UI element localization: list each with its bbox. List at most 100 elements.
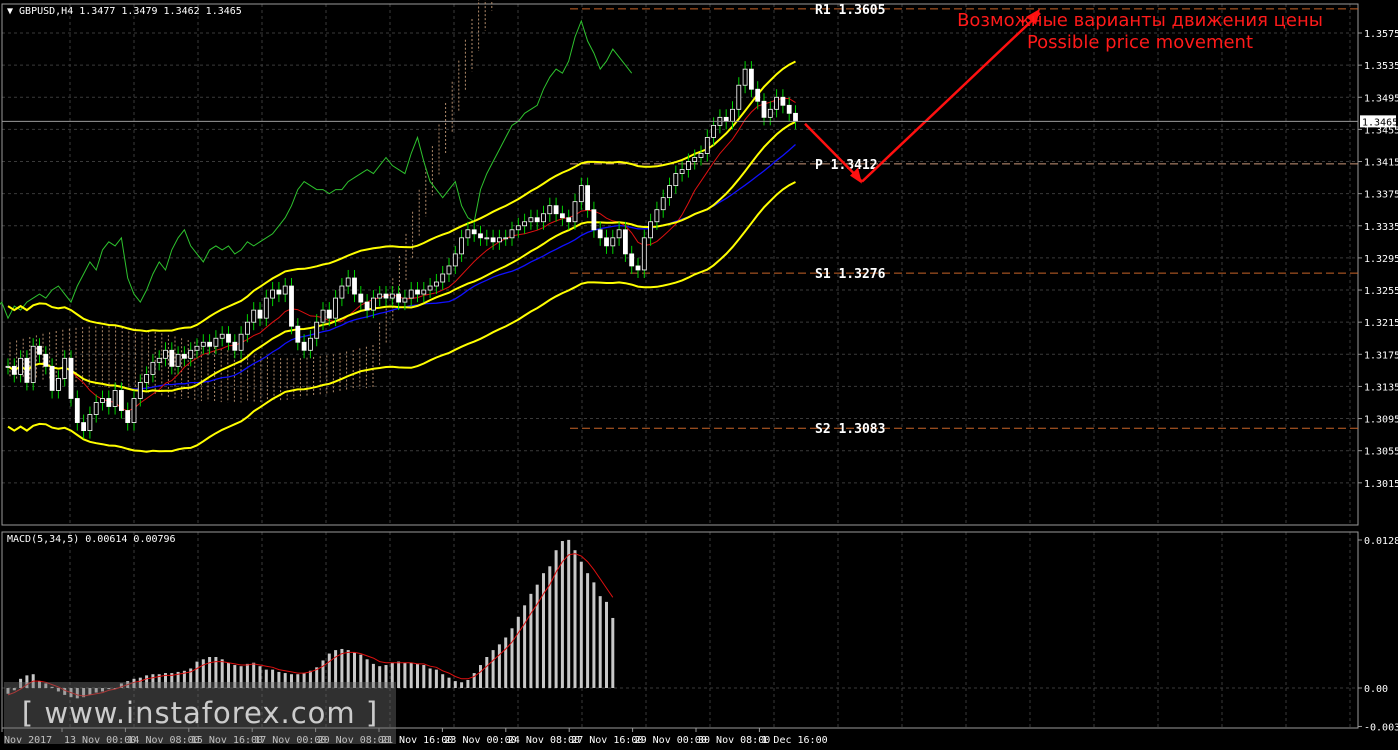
watermark-logo: [ www.instaforex.com ] xyxy=(4,682,396,744)
candle-body xyxy=(755,88,761,102)
candle-body xyxy=(244,321,250,335)
y-tick-label: 1.3055 xyxy=(1364,447,1398,458)
candle-body xyxy=(301,341,307,351)
candle-body xyxy=(503,237,509,240)
y-tick-label: 1.3375 xyxy=(1364,190,1398,201)
candle-body xyxy=(534,217,540,223)
candle-body xyxy=(156,357,162,363)
macd-bar xyxy=(573,550,577,688)
candle-body xyxy=(333,297,339,319)
candle-body xyxy=(207,341,213,347)
candle-body xyxy=(150,361,156,375)
candle-body xyxy=(774,96,779,110)
candle-body xyxy=(24,357,30,383)
macd-bar xyxy=(397,661,401,688)
candle-body xyxy=(736,84,742,110)
gbpusd-chart: R1 1.3605P 1.3412S1 1.3276S2 1.3083 1.35… xyxy=(0,0,1398,750)
current-price-label: 1.3465 xyxy=(1362,117,1398,128)
candle-body xyxy=(49,365,55,391)
candle-body xyxy=(749,68,754,90)
macd-bar xyxy=(516,616,520,688)
candle-body xyxy=(654,209,660,223)
annotation-en: Possible price movement xyxy=(1027,32,1253,53)
candle-body xyxy=(704,137,710,154)
macd-bar xyxy=(422,665,426,688)
candle-body xyxy=(389,293,395,299)
candle-body xyxy=(307,337,313,351)
candle-body xyxy=(326,309,332,319)
y-tick-label: 1.3295 xyxy=(1364,254,1398,265)
macd-bar xyxy=(579,561,583,688)
candle-body xyxy=(37,345,42,355)
y-tick-label: 1.3495 xyxy=(1364,93,1398,104)
macd-bar xyxy=(611,617,615,688)
candle-body xyxy=(276,289,282,295)
candle-body xyxy=(742,68,748,86)
candle-body xyxy=(484,237,490,240)
macd-bar xyxy=(466,679,470,688)
candle-body xyxy=(578,185,584,203)
candle-body xyxy=(723,116,729,122)
candle-body xyxy=(780,96,786,106)
macd-bar xyxy=(491,650,495,688)
candle-body xyxy=(667,185,672,199)
candle-body xyxy=(137,382,143,399)
candle-body xyxy=(686,161,691,170)
candle-body xyxy=(698,153,704,158)
candle-body xyxy=(30,345,36,383)
candle-body xyxy=(415,289,420,295)
candle-body xyxy=(200,341,206,347)
level-label: R1 1.3605 xyxy=(815,3,885,18)
candle-body xyxy=(402,297,408,303)
macd-bar xyxy=(416,663,419,688)
candle-body xyxy=(623,229,628,255)
candle-body xyxy=(62,357,68,379)
candle-body xyxy=(194,345,200,351)
candle-body xyxy=(163,349,168,359)
candle-body xyxy=(673,173,679,187)
candle-body xyxy=(767,108,773,118)
level-label: S2 1.3083 xyxy=(815,422,885,437)
x-tick-label: 23 Nov 00:00 xyxy=(444,735,516,746)
candle-body xyxy=(119,390,124,411)
candle-body xyxy=(496,237,502,243)
macd-bar xyxy=(586,573,590,688)
chart-header: ▼ GBPUSD,H4 1.3477 1.3479 1.3462 1.3465 xyxy=(7,6,242,17)
candle-body xyxy=(553,205,559,215)
candle-body xyxy=(106,398,112,407)
macd-y-tick-label: 0.01289 xyxy=(1364,536,1398,547)
candle-body xyxy=(560,213,565,219)
candle-body xyxy=(585,185,590,211)
candle-body xyxy=(377,293,383,299)
candle-body xyxy=(68,357,74,399)
candle-body xyxy=(396,293,402,303)
macd-y-tick-label: 0.00 xyxy=(1364,684,1388,695)
candle-body xyxy=(509,229,515,239)
candle-body xyxy=(433,281,439,287)
candle-body xyxy=(692,157,698,162)
candle-body xyxy=(591,209,597,231)
candle-body xyxy=(465,229,471,239)
x-tick-label: 30 Nov 08:00 xyxy=(698,735,770,746)
candle-body xyxy=(251,309,257,323)
y-tick-label: 1.3575 xyxy=(1364,29,1398,40)
candle-body xyxy=(528,217,534,223)
candle-body xyxy=(440,273,446,283)
candle-body xyxy=(471,229,477,235)
candle-body xyxy=(648,221,653,239)
macd-bar xyxy=(403,662,407,688)
candle-body xyxy=(730,108,735,122)
candle-body xyxy=(232,341,238,351)
candle-body xyxy=(56,377,61,391)
candle-body xyxy=(43,353,49,367)
candle-body xyxy=(93,402,99,415)
candle-body xyxy=(616,229,622,239)
macd-bar xyxy=(605,601,608,688)
macd-bar xyxy=(453,681,457,688)
candle-body xyxy=(478,233,483,239)
candle-body xyxy=(100,398,105,403)
macd-bar xyxy=(441,674,445,688)
candle-body xyxy=(641,237,647,271)
candle-body xyxy=(282,285,288,295)
x-tick-label: 24 Nov 08:00 xyxy=(508,735,580,746)
